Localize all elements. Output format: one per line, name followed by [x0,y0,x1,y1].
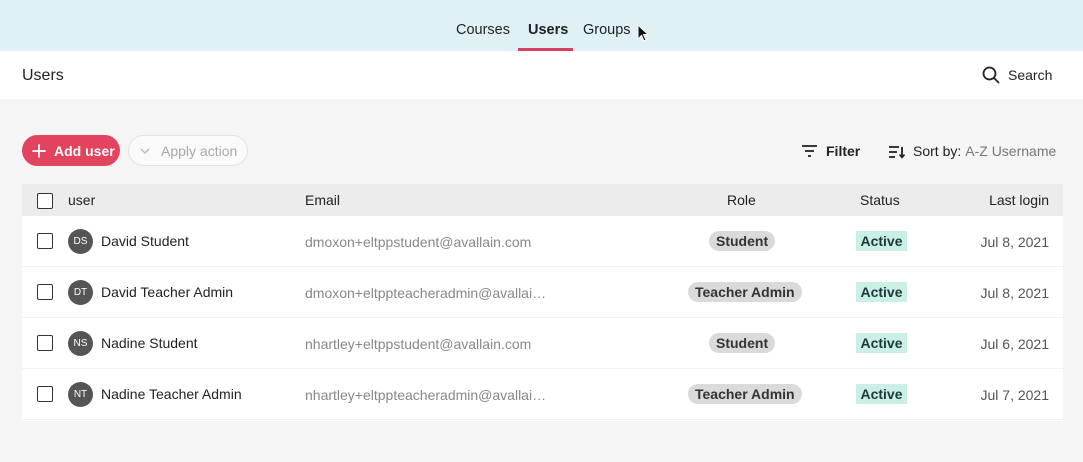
mouse-pointer-icon [637,24,649,42]
page-header: Users Search [0,51,1083,99]
column-status: Status [860,192,900,208]
column-user: user [68,192,96,208]
last-login-date: Jul 6, 2021 [980,336,1050,352]
apply-action-label: Apply action [161,142,238,159]
add-user-label: Add user [54,142,115,159]
status-badge: Active [856,384,907,404]
avatar: DT [68,280,93,305]
user-email: dmoxon+eltppteacheradmin@avallain.com [305,285,550,301]
users-table: user Email Role Status Last login DS Dav… [22,184,1063,421]
user-name[interactable]: David Teacher Admin [101,284,233,300]
last-login-date: Jul 7, 2021 [980,387,1050,403]
filter-button[interactable]: Filter [801,142,860,160]
column-role: Role [727,192,756,208]
top-nav: Courses Users Groups [0,0,1083,51]
search-button[interactable]: Search [982,65,1052,85]
table-row[interactable]: NS Nadine Student nhartley+eltppstudent@… [22,318,1063,369]
avatar: NS [68,331,93,356]
table-row[interactable]: NT Nadine Teacher Admin nhartley+eltppte… [22,369,1063,420]
sort-button[interactable]: Sort by: A-Z Username [888,142,1056,160]
sort-icon [889,145,905,159]
status-badge: Active [856,231,907,251]
tab-users[interactable]: Users [528,22,568,38]
column-last-login: Last login [989,192,1049,208]
page-title: Users [22,67,64,84]
apply-action-dropdown[interactable]: Apply action [128,135,248,166]
add-user-button[interactable]: Add user [22,135,120,166]
search-label: Search [1008,67,1053,83]
role-badge: Teacher Admin [688,384,802,404]
avatar: DS [68,229,93,254]
role-badge: Student [709,231,776,251]
status-badge: Active [856,333,907,353]
role-badge: Teacher Admin [688,282,802,302]
search-icon [982,66,1000,84]
row-checkbox[interactable] [37,335,53,351]
user-email: nhartley+eltppstudent@avallain.com [305,336,532,352]
chevron-down-icon [140,147,150,154]
row-checkbox[interactable] [37,233,53,249]
select-all-checkbox[interactable] [37,193,53,209]
avatar: NT [68,382,93,407]
filter-label: Filter [826,143,861,159]
user-name[interactable]: Nadine Teacher Admin [101,386,242,402]
tab-groups[interactable]: Groups [583,22,631,38]
tab-courses[interactable]: Courses [456,22,510,38]
table-row[interactable]: DS David Student dmoxon+eltppstudent@ava… [22,216,1063,267]
user-name[interactable]: Nadine Student [101,335,198,351]
user-email: dmoxon+eltppstudent@avallain.com [305,234,532,250]
table-row[interactable]: DT David Teacher Admin dmoxon+eltppteach… [22,267,1063,318]
plus-icon [32,143,46,158]
status-badge: Active [856,282,907,302]
last-login-date: Jul 8, 2021 [980,285,1050,301]
user-email: nhartley+eltppteacheradmin@avallain.com [305,387,550,403]
filter-icon [802,145,817,157]
sort-label: Sort by: [913,143,962,159]
role-badge: Student [709,333,776,353]
last-login-date: Jul 8, 2021 [980,234,1050,250]
table-header: user Email Role Status Last login [22,184,1063,216]
sort-value: A-Z Username [965,143,1057,159]
user-name[interactable]: David Student [101,233,189,249]
row-checkbox[interactable] [37,284,53,300]
column-email: Email [305,192,341,208]
row-checkbox[interactable] [37,386,53,402]
